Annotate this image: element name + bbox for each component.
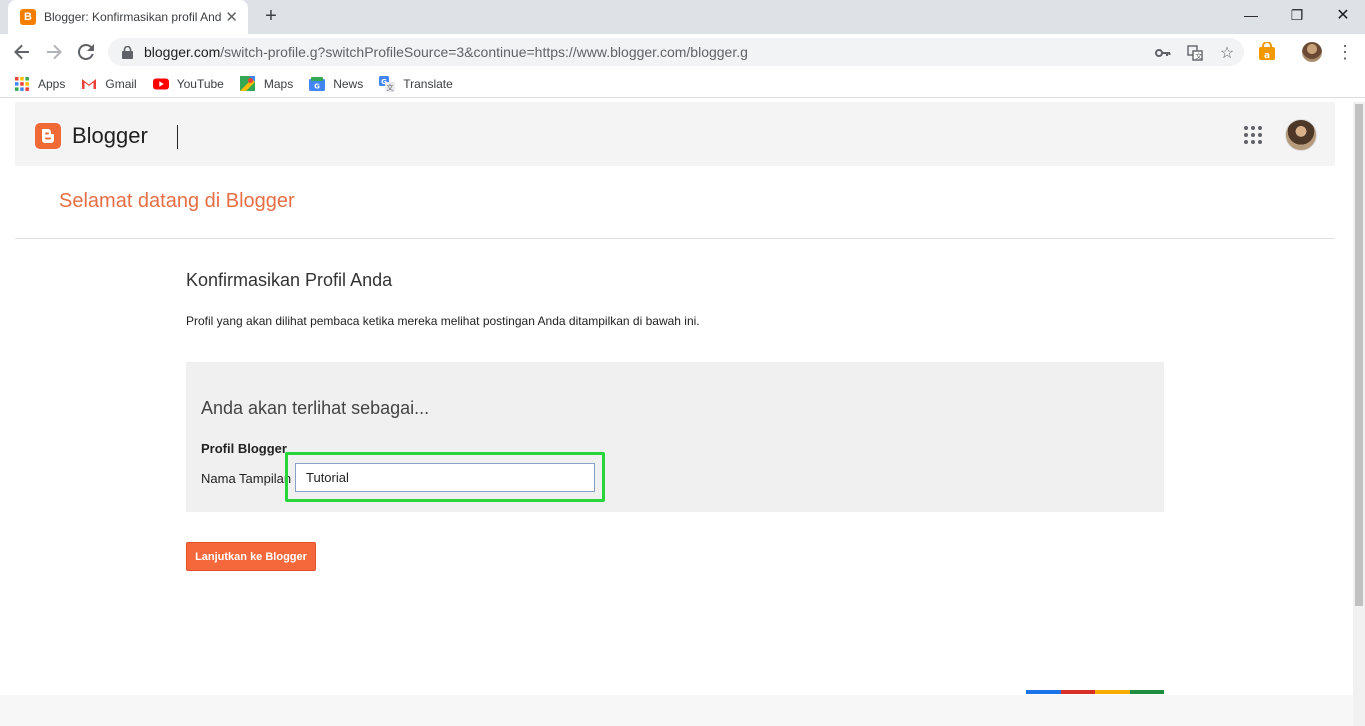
tab-title: Blogger: Konfirmasikan profil Anda — [44, 10, 222, 24]
bookmark-label: Translate — [403, 76, 453, 91]
profile-panel: Anda akan terlihat sebagai... Profil Blo… — [186, 362, 1164, 512]
scrollbar-thumb[interactable] — [1355, 104, 1363, 606]
browser-toolbar: blogger.com/switch-profile.g?switchProfi… — [0, 34, 1365, 70]
new-tab-button[interactable]: + — [260, 5, 282, 27]
account-avatar[interactable] — [1285, 119, 1317, 151]
url-text[interactable]: blogger.com/switch-profile.g?switchProfi… — [144, 44, 748, 60]
minimize-icon[interactable]: — — [1228, 0, 1274, 30]
tab-strip: B Blogger: Konfirmasikan profil Anda ✕ +… — [0, 0, 1365, 34]
page-title: Konfirmasikan Profil Anda — [186, 270, 393, 290]
svg-text:a: a — [1264, 51, 1270, 61]
footer — [0, 695, 1353, 726]
key-icon[interactable] — [1154, 44, 1172, 62]
apps-grid-icon — [14, 76, 30, 92]
blogger-brand[interactable]: Blogger — [72, 123, 148, 149]
bookmark-maps[interactable]: Maps — [240, 76, 293, 92]
bookmark-label: News — [333, 76, 364, 91]
svg-text:文: 文 — [1195, 52, 1202, 61]
bookmark-translate[interactable]: G文 Translate — [379, 75, 453, 92]
bookmark-youtube[interactable]: YouTube — [152, 76, 224, 92]
google-color-bar — [1026, 690, 1164, 694]
shopping-extension-icon[interactable]: a — [1257, 41, 1277, 62]
forward-icon[interactable] — [41, 39, 67, 65]
translate-bookmark-icon: G文 — [379, 75, 396, 92]
bookmark-star-icon[interactable]: ☆ — [1218, 44, 1236, 62]
back-icon[interactable] — [9, 39, 35, 65]
restore-icon[interactable]: ❐ — [1274, 0, 1320, 30]
bookmarks-bar: Apps Gmail YouTube Maps G News G文 Transl… — [0, 70, 1365, 98]
news-icon: G — [309, 76, 326, 92]
display-name-input[interactable] — [295, 463, 595, 492]
lock-icon[interactable] — [120, 44, 134, 60]
display-name-label: Nama Tampilan — [201, 471, 292, 486]
profile-avatar[interactable] — [1302, 42, 1322, 62]
page-scrollbar[interactable] — [1353, 102, 1365, 726]
page-description: Profil yang akan dilihat pembaca ketika … — [186, 314, 700, 328]
seen-as-heading: Anda akan terlihat sebagai... — [201, 398, 430, 418]
bookmark-label: Apps — [38, 76, 66, 91]
bookmark-gmail[interactable]: Gmail — [81, 76, 137, 92]
translate-icon[interactable]: 文 — [1186, 44, 1204, 62]
continue-button[interactable]: Lanjutkan ke Blogger — [186, 542, 316, 571]
bookmark-label: Maps — [263, 76, 294, 91]
youtube-icon — [152, 76, 169, 92]
color-bar-segment — [1095, 690, 1130, 694]
browser-tab[interactable]: B Blogger: Konfirmasikan profil Anda ✕ — [8, 0, 248, 34]
reload-icon[interactable] — [73, 39, 99, 65]
bookmark-news[interactable]: G News — [309, 76, 363, 92]
blogger-header: Blogger — [15, 102, 1335, 166]
header-divider — [177, 125, 178, 149]
divider — [15, 238, 1335, 239]
close-window-icon[interactable]: ✕ — [1320, 0, 1365, 30]
svg-text:文: 文 — [387, 83, 394, 92]
color-bar-segment — [1129, 690, 1164, 694]
svg-text:G: G — [314, 82, 320, 90]
close-tab-icon[interactable]: ✕ — [225, 8, 238, 26]
bookmark-label: Gmail — [105, 76, 137, 91]
gmail-icon — [81, 76, 97, 92]
blogger-logo-icon[interactable] — [35, 123, 61, 149]
welcome-heading: Selamat datang di Blogger — [59, 190, 295, 212]
google-apps-icon[interactable] — [1244, 126, 1262, 144]
address-bar[interactable]: blogger.com/switch-profile.g?switchProfi… — [108, 38, 1244, 66]
profile-type-label: Profil Blogger — [201, 441, 287, 456]
color-bar-segment — [1026, 690, 1061, 694]
chrome-menu-icon[interactable]: ⋮ — [1336, 40, 1354, 64]
bookmark-apps[interactable]: Apps — [14, 76, 65, 92]
page-viewport: Blogger Selamat datang di Blogger Konfir… — [0, 102, 1353, 726]
bookmark-label: YouTube — [176, 76, 224, 91]
blogger-favicon-icon: B — [20, 9, 36, 25]
maps-icon — [240, 76, 256, 92]
color-bar-segment — [1060, 690, 1095, 694]
